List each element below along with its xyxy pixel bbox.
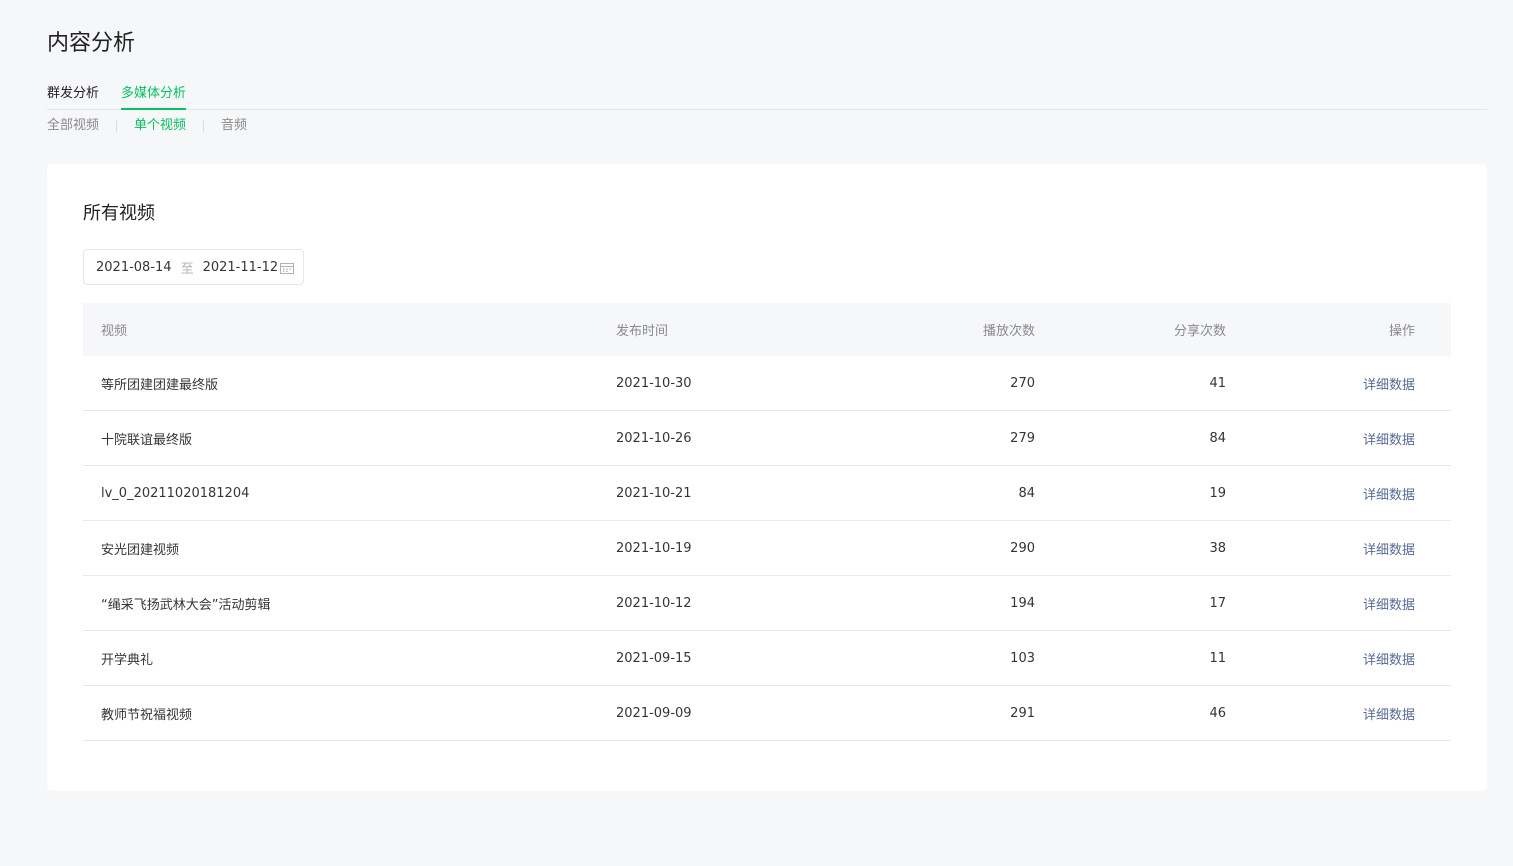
play-count: 279 xyxy=(1010,430,1035,446)
share-count: 17 xyxy=(1209,595,1226,611)
video-name: 教师节祝福视频 xyxy=(101,707,193,723)
play-count: 103 xyxy=(1010,650,1035,666)
table-row: 十院联谊最终版 2021-10-26 279 84 详细数据 xyxy=(83,411,1451,466)
table-row: “绳采飞扬武林大会”活动剪辑 2021-10-12 194 17 详细数据 xyxy=(83,576,1451,631)
header-play-count[interactable]: 播放次数 xyxy=(816,320,1035,339)
sub-tabs: 全部视频 单个视频 音频 xyxy=(47,116,247,136)
date-range-separator: 至 xyxy=(180,261,194,277)
videos-table: 视频 发布时间 播放次数 分享次数 操作 等所团建团建最终版 2021-10-3… xyxy=(83,303,1451,741)
share-count: 38 xyxy=(1209,540,1226,556)
play-count: 84 xyxy=(1018,485,1035,501)
publish-date: 2021-10-12 xyxy=(616,595,692,611)
subtab-all-videos[interactable]: 全部视频 xyxy=(47,116,99,136)
video-name: 等所团建团建最终版 xyxy=(101,377,219,393)
video-name: “绳采飞扬武林大会”活动剪辑 xyxy=(101,597,271,613)
detail-data-link[interactable]: 详细数据 xyxy=(1363,708,1415,723)
detail-data-link[interactable]: 详细数据 xyxy=(1363,378,1415,393)
header-share-count[interactable]: 分享次数 xyxy=(1035,320,1226,339)
publish-date: 2021-09-15 xyxy=(616,650,692,666)
play-count: 270 xyxy=(1010,375,1035,391)
share-count: 84 xyxy=(1209,430,1226,446)
subtab-audio[interactable]: 音频 xyxy=(221,116,247,136)
publish-date: 2021-10-19 xyxy=(616,540,692,556)
card-title: 所有视频 xyxy=(83,203,155,224)
subtab-divider xyxy=(116,120,118,132)
detail-data-link[interactable]: 详细数据 xyxy=(1363,598,1415,613)
tab-multimedia-analysis[interactable]: 多媒体分析 xyxy=(121,84,187,110)
publish-date: 2021-10-21 xyxy=(616,485,692,501)
detail-data-link[interactable]: 详细数据 xyxy=(1363,433,1415,448)
date-range-start: 2021-08-14 xyxy=(96,259,172,275)
all-videos-card: 所有视频 2021-08-14 至 2021-11-12 视频 发布时间 播放次… xyxy=(47,164,1487,791)
header-video: 视频 xyxy=(101,324,128,339)
table-header: 视频 发布时间 播放次数 分享次数 操作 xyxy=(83,303,1451,356)
main-tabs: 群发分析 多媒体分析 xyxy=(47,84,1487,110)
publish-date: 2021-10-26 xyxy=(616,430,692,446)
play-count: 194 xyxy=(1010,595,1035,611)
table-row: 教师节祝福视频 2021-09-09 291 46 详细数据 xyxy=(83,686,1451,741)
page-title: 内容分析 xyxy=(47,31,136,56)
publish-date: 2021-09-09 xyxy=(616,705,692,721)
play-count: 291 xyxy=(1010,705,1035,721)
table-row: 安光团建视频 2021-10-19 290 38 详细数据 xyxy=(83,521,1451,576)
date-range-end: 2021-11-12 xyxy=(202,259,279,275)
subtab-single-video[interactable]: 单个视频 xyxy=(134,116,186,136)
video-name: 十院联谊最终版 xyxy=(101,432,193,448)
table-row: 等所团建团建最终版 2021-10-30 270 41 详细数据 xyxy=(83,356,1451,411)
play-count: 290 xyxy=(1010,540,1035,556)
content-analysis-page: 内容分析 群发分析 多媒体分析 全部视频 单个视频 音频 所有视频 2021-0… xyxy=(0,0,1513,866)
detail-data-link[interactable]: 详细数据 xyxy=(1363,488,1415,503)
detail-data-link[interactable]: 详细数据 xyxy=(1363,543,1415,558)
calendar-icon xyxy=(280,263,294,274)
video-name: 开学典礼 xyxy=(101,652,154,668)
date-range-picker[interactable]: 2021-08-14 至 2021-11-12 xyxy=(83,249,304,285)
detail-data-link[interactable]: 详细数据 xyxy=(1363,653,1415,668)
header-actions: 操作 xyxy=(1388,324,1415,339)
publish-date: 2021-10-30 xyxy=(616,375,692,391)
table-row: 开学典礼 2021-09-15 103 11 详细数据 xyxy=(83,631,1451,686)
header-publish-time: 发布时间 xyxy=(616,324,669,339)
video-name: lv_0_20211020181204 xyxy=(101,485,250,501)
video-name: 安光团建视频 xyxy=(101,542,180,558)
tab-mass-send-analysis[interactable]: 群发分析 xyxy=(47,84,99,110)
share-count: 41 xyxy=(1209,375,1226,391)
share-count: 11 xyxy=(1209,650,1226,666)
share-count: 46 xyxy=(1209,705,1226,721)
subtab-divider xyxy=(203,120,205,132)
table-row: lv_0_20211020181204 2021-10-21 84 19 详细数… xyxy=(83,466,1451,521)
share-count: 19 xyxy=(1209,485,1226,501)
